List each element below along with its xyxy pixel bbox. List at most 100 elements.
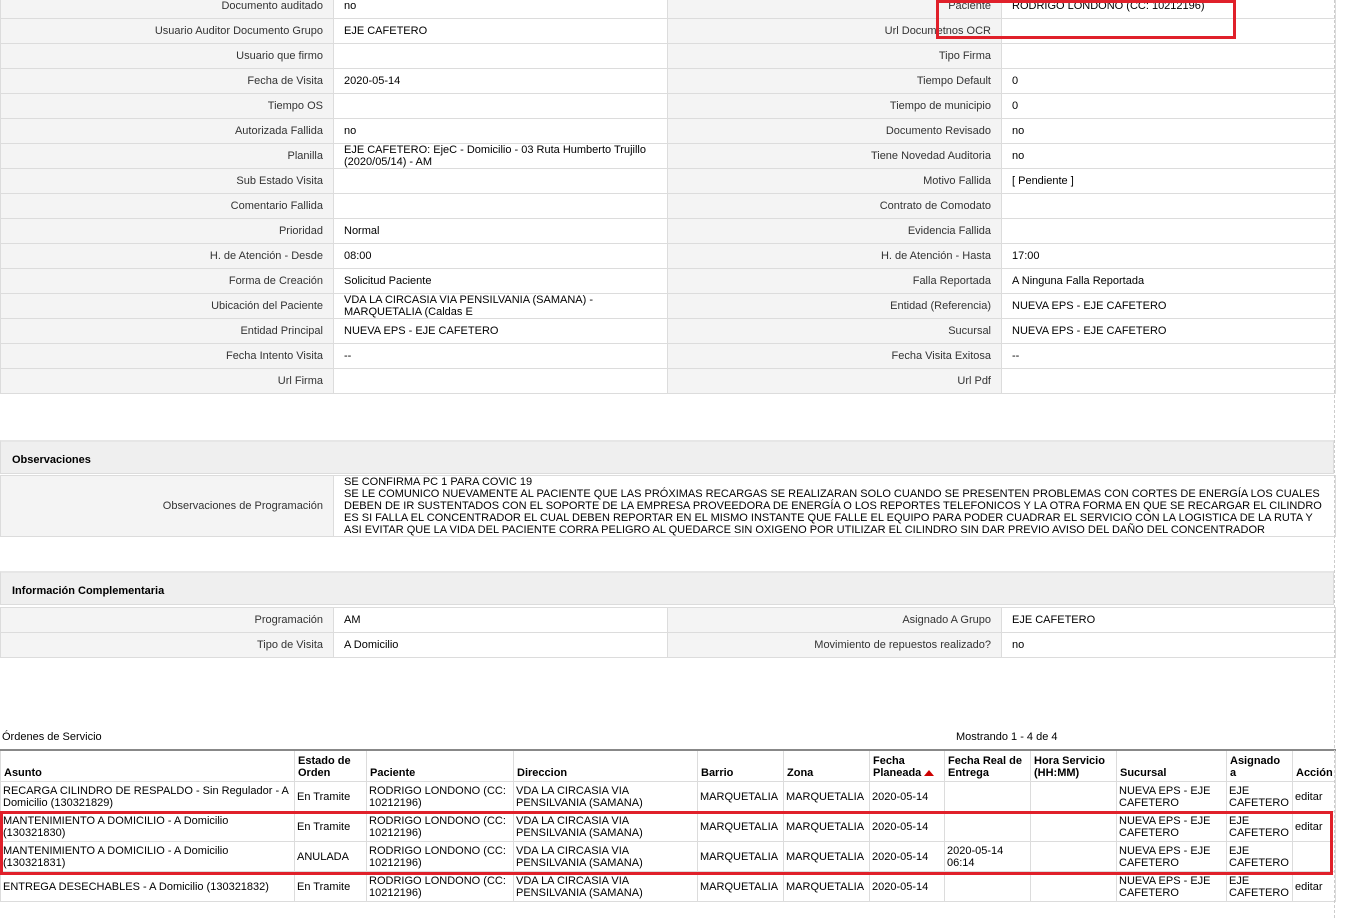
detail-row: Tiempo OS Tiempo de municipio 0 <box>0 93 1336 119</box>
column-header[interactable]: Asignado a <box>1226 749 1293 782</box>
order-zona: MARQUETALIA <box>783 871 870 902</box>
order-real <box>944 781 1031 812</box>
detail-row: Sub Estado Visita Motivo Fallida[ Pendien… <box>0 168 1336 194</box>
field-label: Url Firma <box>0 368 334 394</box>
order-paciente: RODRIGO LONDONO (CC: 10212196) <box>366 871 514 902</box>
order-fecha: 2020-05-14 <box>869 781 945 812</box>
order-estado: En Tramite <box>294 871 367 902</box>
field-value: NUEVA EPS - EJE CAFETERO <box>1001 293 1336 319</box>
orders-pagination-count: Mostrando 1 - 4 de 4 <box>956 731 1058 743</box>
edit-link[interactable] <box>1292 841 1336 872</box>
field-value: [ Pendiente ] <box>1001 168 1336 194</box>
order-sucursal: NUEVA EPS - EJE CAFETERO <box>1116 811 1227 842</box>
field-value <box>1001 368 1336 394</box>
order-estado: En Tramite <box>294 781 367 812</box>
order-real <box>944 871 1031 902</box>
field-label: Entidad Principal <box>0 318 334 344</box>
info-complementaria-header: Información Complementaria <box>0 571 1334 605</box>
field-value: Solicitud Paciente <box>333 268 668 294</box>
column-header-label: Asunto <box>4 767 42 779</box>
column-header-label: Direccion <box>517 767 568 779</box>
detail-row: Programación AM Asignado A Grupo EJE CAFETE… <box>0 607 1336 633</box>
order-hora <box>1030 841 1117 872</box>
order-real <box>944 811 1031 842</box>
field-value: -- <box>1001 343 1336 369</box>
field-label: Url Pdf <box>667 368 1002 394</box>
detail-row: Tipo de Visita A Domicilio Movimiento de r… <box>0 632 1336 658</box>
field-value: 08:00 <box>333 243 668 269</box>
field-label: Tiene Novedad Auditoria <box>667 143 1002 169</box>
order-asignado: EJE CAFETERO <box>1226 781 1293 812</box>
column-header[interactable]: Sucursal <box>1116 749 1227 782</box>
field-value: VDA LA CIRCASIA VIA PENSILVANIA (SAMANA)… <box>333 293 668 319</box>
field-label: Usuario Auditor Documento Grupo <box>0 18 334 44</box>
order-zona: MARQUETALIA <box>783 781 870 812</box>
order-barrio: MARQUETALIA <box>697 841 784 872</box>
field-value: no <box>1001 143 1336 169</box>
field-label: Ubicación del Paciente <box>0 293 334 319</box>
column-header[interactable]: Estado de Orden <box>294 749 367 782</box>
detail-row: Ubicación del Paciente VDA LA CIRCASIA VI… <box>0 293 1336 319</box>
field-label: Falla Reportada <box>667 268 1002 294</box>
page-scrollbar[interactable] <box>1334 0 1349 918</box>
order-sucursal: NUEVA EPS - EJE CAFETERO <box>1116 781 1227 812</box>
column-header[interactable]: Asunto <box>0 749 295 782</box>
field-label: H. de Atención - Desde <box>0 243 334 269</box>
field-label: Entidad (Referencia) <box>667 293 1002 319</box>
order-asunto: MANTENIMIENTO A DOMICILIO - A Domicilio … <box>0 841 295 872</box>
field-value <box>333 168 668 194</box>
field-label: Url Documetnos OCR <box>667 18 1002 44</box>
detail-row: Fecha de Visita 2020-05-14 Tiempo Default 0 <box>0 68 1336 94</box>
field-label: Asignado A Grupo <box>667 607 1002 633</box>
order-fecha: 2020-05-14 <box>869 871 945 902</box>
column-header[interactable]: Zona <box>783 749 870 782</box>
detail-row: Usuario que firmo Tipo Firma <box>0 43 1336 69</box>
column-header[interactable]: Fecha Real de Entrega <box>944 749 1031 782</box>
field-value: EJE CAFETERO <box>333 18 668 44</box>
field-value: 0 <box>1001 68 1336 94</box>
order-paciente: RODRIGO LONDONO (CC: 10212196) <box>366 781 514 812</box>
order-sucursal: NUEVA EPS - EJE CAFETERO <box>1116 841 1227 872</box>
detail-row: Forma de Creación Solicitud Paciente Falla… <box>0 268 1336 294</box>
detail-row: Comentario Fallida Contrato de Comodato <box>0 193 1336 219</box>
order-direccion: VDA LA CIRCASIA VIA PENSILVANIA (SAMANA) <box>513 811 698 842</box>
column-header[interactable]: Fecha Planeada <box>869 749 945 782</box>
field-label: Evidencia Fallida <box>667 218 1002 244</box>
field-value <box>1001 18 1336 44</box>
column-header-label: Barrio <box>701 767 734 779</box>
field-value: NUEVA EPS - EJE CAFETERO <box>333 318 668 344</box>
observaciones-value: SE CONFIRMA PC 1 PARA COVIC 19 SE LE COM… <box>333 475 1336 537</box>
detail-row: Entidad Principal NUEVA EPS - EJE CAFETER… <box>0 318 1336 344</box>
column-header[interactable]: Acción <box>1292 749 1336 782</box>
edit-link[interactable]: editar <box>1292 811 1336 842</box>
column-header[interactable]: Direccion <box>513 749 698 782</box>
order-hora <box>1030 781 1117 812</box>
observaciones-table: Observaciones de Programación SE CONFIRM… <box>0 475 1336 537</box>
field-value <box>333 93 668 119</box>
order-zona: MARQUETALIA <box>783 841 870 872</box>
field-value <box>333 193 668 219</box>
column-header-label: Acción <box>1296 767 1333 779</box>
field-value <box>1001 218 1336 244</box>
field-value: EJE CAFETERO <box>1001 607 1336 633</box>
field-label: Fecha de Visita <box>0 68 334 94</box>
field-label: Documento Revisado <box>667 118 1002 144</box>
detail-row: Documento auditado no Paciente RODRIGO LOND… <box>0 0 1336 19</box>
order-zona: MARQUETALIA <box>783 811 870 842</box>
order-estado: ANULADA <box>294 841 367 872</box>
column-header-label: Fecha Planeada <box>873 755 922 779</box>
column-header[interactable]: Paciente <box>366 749 514 782</box>
orders-title: Órdenes de Servicio <box>2 731 102 743</box>
order-row: MANTENIMIENTO A DOMICILIO - A Domicilio … <box>0 811 1336 842</box>
edit-link[interactable]: editar <box>1292 871 1336 902</box>
column-header[interactable]: Hora Servicio (HH:MM) <box>1030 749 1117 782</box>
edit-link[interactable]: editar <box>1292 781 1336 812</box>
order-asignado: EJE CAFETERO <box>1226 811 1293 842</box>
detail-row: Planilla EJE CAFETERO: EjeC - Domicilio -… <box>0 143 1336 169</box>
column-header[interactable]: Barrio <box>697 749 784 782</box>
field-label: Contrato de Comodato <box>667 193 1002 219</box>
column-header-label: Asignado a <box>1230 755 1281 779</box>
detail-row: H. de Atención - Desde 08:00 H. de Atenció… <box>0 243 1336 269</box>
order-asunto: MANTENIMIENTO A DOMICILIO - A Domicilio … <box>0 811 295 842</box>
sort-ascending-icon[interactable] <box>924 770 935 777</box>
